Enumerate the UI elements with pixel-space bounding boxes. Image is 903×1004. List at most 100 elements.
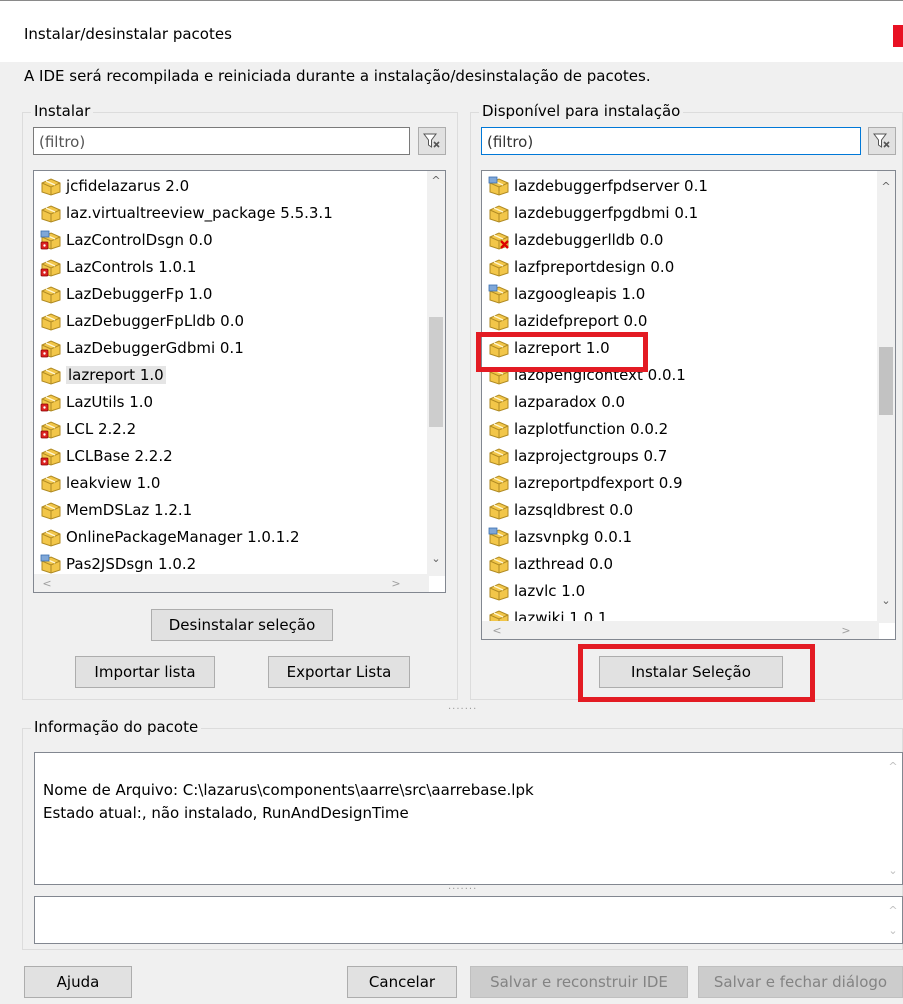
package-name: lazdebuggerfpgdbmi 0.1 <box>514 204 699 222</box>
package-icon <box>489 313 509 331</box>
list-item[interactable]: MemDSLaz 1.2.1 <box>40 497 192 523</box>
package-name: lazprojectgroups 0.7 <box>514 447 668 465</box>
list-item[interactable]: LazDebuggerGdbmi 0.1 <box>40 335 244 361</box>
available-hscrollbar[interactable]: < > <box>482 621 879 639</box>
list-item[interactable]: lazsqldbrest 0.0 <box>488 497 633 523</box>
close-icon[interactable] <box>893 25 903 47</box>
package-icon <box>489 259 509 277</box>
list-item[interactable]: lazvlc 1.0 <box>488 578 585 604</box>
scroll-right-icon[interactable]: > <box>837 621 855 639</box>
list-item[interactable]: lazdebuggerlldb 0.0 <box>488 227 663 253</box>
scroll-left-icon[interactable]: < <box>38 574 56 592</box>
package-name: lazdebuggerlldb 0.0 <box>514 231 664 249</box>
available-packages-list[interactable]: lazdebuggerfpdserver 0.1 lazdebuggerfpgdb… <box>481 170 896 640</box>
list-item[interactable]: lazreport 1.0 <box>40 362 166 388</box>
scroll-up-icon[interactable]: ^ <box>427 171 445 189</box>
package-name: lazvlc 1.0 <box>514 582 586 600</box>
list-item[interactable]: laz.virtualtreeview_package 5.5.3.1 <box>40 200 333 226</box>
list-item[interactable]: lazdebuggerfpgdbmi 0.1 <box>488 200 698 226</box>
window-title: Instalar/desinstalar pacotes <box>24 25 232 43</box>
scroll-thumb[interactable] <box>879 347 893 415</box>
scroll-right-icon[interactable]: > <box>387 574 405 592</box>
available-vscrollbar[interactable]: ^ ⌄ <box>877 171 895 623</box>
package-icon <box>41 475 61 493</box>
package-name: lazplotfunction 0.0.2 <box>514 420 669 438</box>
package-icon <box>489 421 509 439</box>
save-close-dialog-button[interactable]: Salvar e fechar diálogo <box>698 966 903 998</box>
package-file-name: Nome de Arquivo: C:\lazarus\components\a… <box>43 781 534 799</box>
uninstall-selection-button[interactable]: Desinstalar seleção <box>151 609 333 641</box>
scroll-down-icon[interactable]: ⌄ <box>884 861 902 879</box>
list-item[interactable]: lazidefpreport 0.0 <box>488 308 647 334</box>
list-item[interactable]: lazprojectgroups 0.7 <box>488 443 667 469</box>
list-item[interactable]: jcfidelazarus 2.0 <box>40 173 189 199</box>
list-item[interactable]: OnlinePackageManager 1.0.1.2 <box>40 524 300 550</box>
scroll-down-icon[interactable]: ⌄ <box>884 921 902 939</box>
list-item[interactable]: lazplotfunction 0.0.2 <box>488 416 668 442</box>
list-item[interactable]: LCL 2.2.2 <box>40 416 136 442</box>
list-item[interactable]: LazControls 1.0.1 <box>40 254 196 280</box>
scroll-down-icon[interactable]: ⌄ <box>877 591 895 609</box>
package-lock-icon <box>40 340 61 358</box>
cancel-button[interactable]: Cancelar <box>347 966 457 998</box>
scroll-left-icon[interactable]: < <box>488 621 506 639</box>
list-item[interactable]: LazControlDsgn 0.0 <box>40 227 213 253</box>
list-item[interactable]: LCLBase 2.2.2 <box>40 443 173 469</box>
list-item[interactable]: LazUtils 1.0 <box>40 389 153 415</box>
package-name: LCLBase 2.2.2 <box>66 447 173 465</box>
package-state: Estado atual:, não instalado, RunAndDesi… <box>43 804 409 822</box>
package-name: lazfpreportdesign 0.0 <box>514 258 675 276</box>
list-item[interactable]: lazreportpdfexport 0.9 <box>488 470 683 496</box>
scroll-up-icon[interactable]: ^ <box>884 901 902 919</box>
package-name: OnlinePackageManager 1.0.1.2 <box>66 528 300 546</box>
list-item[interactable]: lazparadox 0.0 <box>488 389 625 415</box>
list-item[interactable]: lazdebuggerfpdserver 0.1 <box>488 173 708 199</box>
scroll-thumb[interactable] <box>429 317 443 427</box>
package-description-memo[interactable]: ^ ⌄ <box>34 896 903 944</box>
list-item[interactable]: LazDebuggerFpLldb 0.0 <box>40 308 244 334</box>
list-item[interactable]: LazDebuggerFp 1.0 <box>40 281 212 307</box>
package-name: lazgoogleapis 1.0 <box>514 285 646 303</box>
package-info-memo[interactable]: Nome de Arquivo: C:\lazarus\components\a… <box>34 752 903 885</box>
package-name: lazreport 1.0 <box>514 339 610 357</box>
list-item[interactable]: leakview 1.0 <box>40 470 160 496</box>
installed-packages-list[interactable]: jcfidelazarus 2.0 laz.virtualtreeview_pac… <box>33 170 446 593</box>
package-icon <box>489 448 509 466</box>
scroll-down-icon[interactable]: ⌄ <box>427 549 445 567</box>
scroll-up-icon[interactable]: ^ <box>884 757 902 775</box>
list-item[interactable]: lazreport 1.0 <box>488 335 610 361</box>
splitter-grip[interactable]: ······· <box>448 704 477 715</box>
available-filter-input[interactable]: (filtro) <box>481 127 861 155</box>
package-designtime-lock-icon <box>40 230 61 250</box>
package-icon <box>489 205 509 223</box>
package-designtime-icon <box>488 284 509 304</box>
installed-hscrollbar[interactable]: < > <box>34 574 429 592</box>
package-lock-icon <box>40 421 61 439</box>
installed-vscrollbar[interactable]: ^ ⌄ <box>427 171 445 576</box>
list-item[interactable]: lazsvnpkg 0.0.1 <box>488 524 632 550</box>
package-name: laz.virtualtreeview_package 5.5.3.1 <box>66 204 333 222</box>
install-filter-clear-button[interactable] <box>418 127 446 155</box>
install-filter-input[interactable]: (filtro) <box>33 127 410 155</box>
package-name: LCL 2.2.2 <box>66 420 137 438</box>
package-name: Pas2JSDsgn 1.0.2 <box>66 555 197 573</box>
list-item[interactable]: lazopenglcontext 0.0.1 <box>488 362 686 388</box>
scroll-up-icon[interactable]: ^ <box>877 177 895 195</box>
package-icon <box>489 583 509 601</box>
available-filter-clear-button[interactable] <box>868 127 896 155</box>
info-splitter-grip[interactable]: ······· <box>448 884 477 895</box>
info-vscrollbar[interactable]: ^ ⌄ <box>884 753 902 884</box>
export-list-button[interactable]: Exportar Lista <box>268 656 410 688</box>
list-item[interactable]: lazgoogleapis 1.0 <box>488 281 645 307</box>
package-icon <box>41 502 61 520</box>
list-item[interactable]: lazthread 0.0 <box>488 551 613 577</box>
description-vscrollbar[interactable]: ^ ⌄ <box>884 897 902 943</box>
recompile-notice: A IDE será recompilada e reiniciada dura… <box>24 67 651 85</box>
list-item[interactable]: lazfpreportdesign 0.0 <box>488 254 674 280</box>
package-icon <box>41 313 61 331</box>
install-selection-button[interactable]: Instalar Seleção <box>599 656 783 688</box>
import-list-button[interactable]: Importar lista <box>75 656 215 688</box>
save-rebuild-ide-button[interactable]: Salvar e reconstruir IDE <box>470 966 688 998</box>
package-name: lazsvnpkg 0.0.1 <box>514 528 633 546</box>
help-button[interactable]: Ajuda <box>24 966 132 998</box>
